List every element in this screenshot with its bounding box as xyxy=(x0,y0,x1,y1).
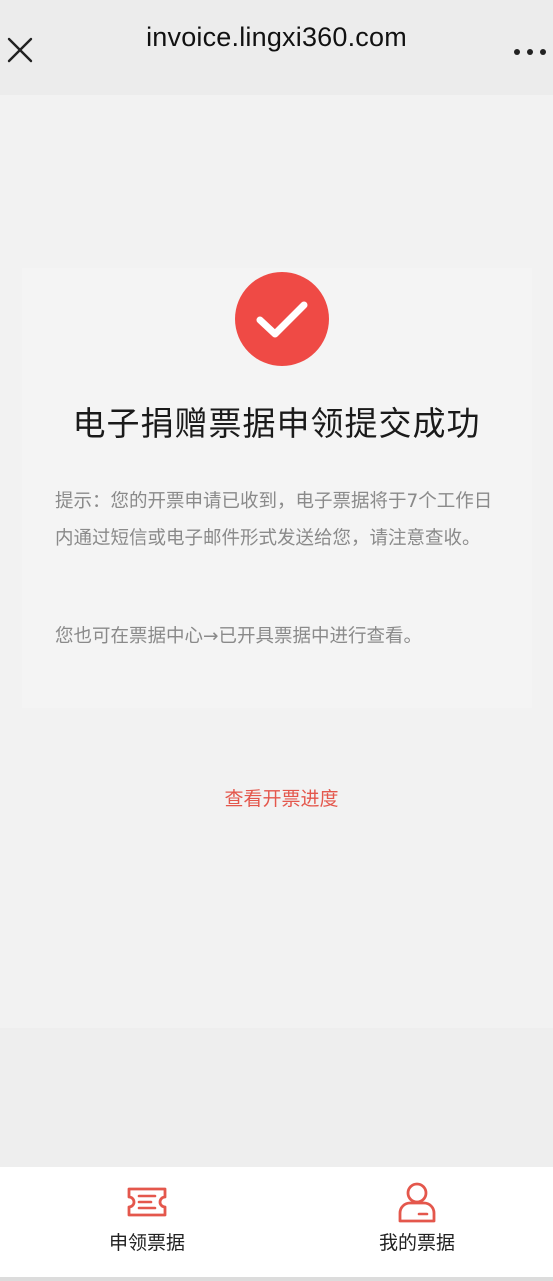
ticket-icon xyxy=(127,1187,167,1217)
nav-label-apply-ticket: 申领票据 xyxy=(108,1232,185,1254)
lower-background xyxy=(0,1028,553,1167)
bottom-nav: 申领票据 我的票据 xyxy=(0,1167,553,1281)
nav-label-my-tickets: 我的票据 xyxy=(378,1232,455,1254)
user-icon xyxy=(398,1182,436,1223)
nav-item-apply-ticket[interactable]: 申领票据 xyxy=(77,1167,217,1281)
nav-item-my-tickets[interactable]: 我的票据 xyxy=(347,1167,487,1281)
result-tip-secondary: 您也可在票据中心→已开具票据中进行查看。 xyxy=(55,626,423,647)
view-progress-link[interactable]: 查看开票进度 xyxy=(0,784,553,811)
result-tip: 提示：您的开票申请已收到，电子票据将于7个工作日内通过短信或电子邮件形式发送给您… xyxy=(55,491,493,549)
page-url-title: invoice.lingxi360.com xyxy=(146,22,407,52)
more-icon xyxy=(514,49,546,55)
more-button[interactable] xyxy=(510,44,550,60)
browser-top-bar: invoice.lingxi360.com xyxy=(0,0,553,95)
bottom-divider xyxy=(0,1277,553,1281)
checkmark-circle-icon xyxy=(235,272,329,366)
result-title: 电子捐赠票据申领提交成功 xyxy=(72,404,481,443)
